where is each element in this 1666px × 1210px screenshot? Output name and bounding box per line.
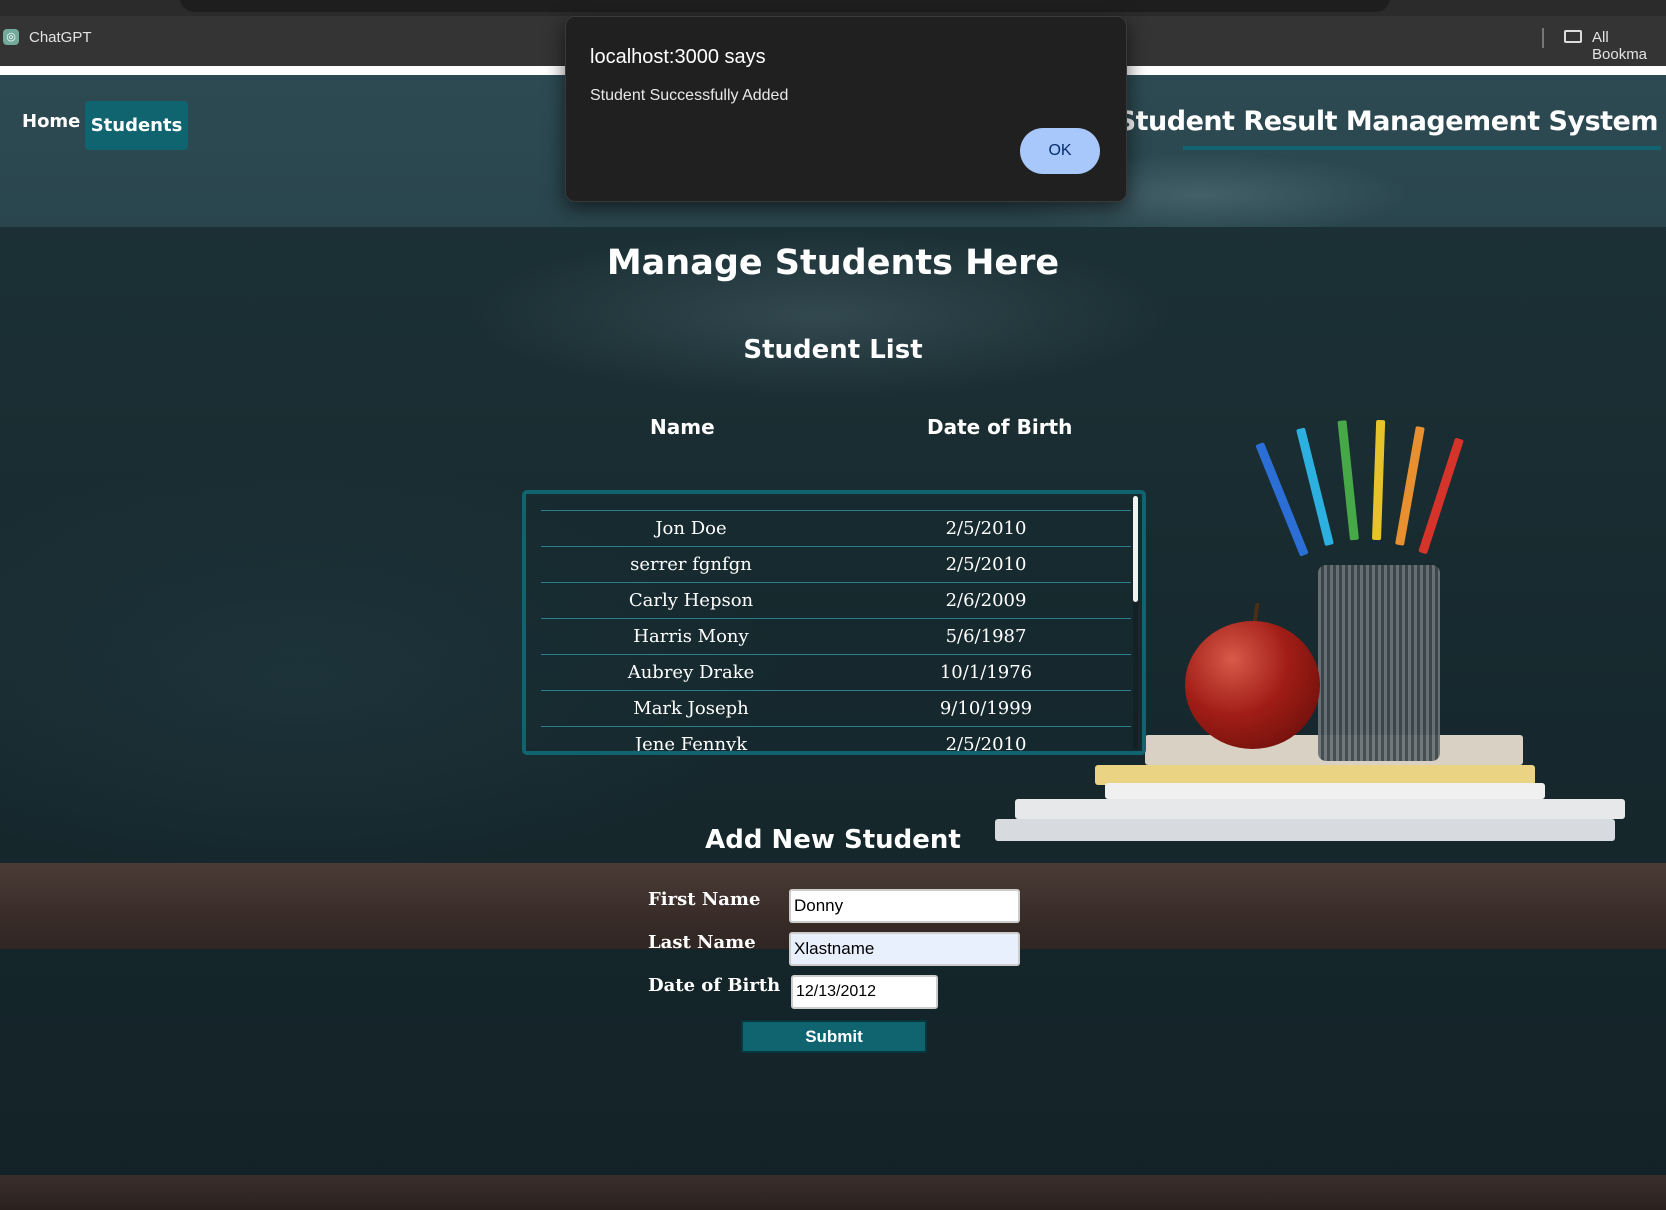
student-name: serrer fgnfgn [630, 554, 752, 575]
table-row: Harris Mony 5/6/1987 [541, 619, 1131, 655]
student-dob: 2/5/2010 [945, 518, 1027, 539]
student-dob: 2/5/2010 [945, 734, 1027, 755]
first-name-label: First Name [648, 889, 761, 910]
table-row: Carly Hepson 2/6/2009 [541, 583, 1131, 619]
browser-top-bar [0, 0, 1666, 16]
alert-dialog: localhost:3000 says Student Successfully… [565, 16, 1127, 202]
last-name-input[interactable] [789, 932, 1020, 966]
submit-button[interactable]: Submit [741, 1020, 927, 1053]
column-header-dob: Date of Birth [927, 415, 1073, 439]
bookmarks-divider [1542, 28, 1544, 48]
table-scrollbar-thumb[interactable] [1133, 496, 1138, 602]
pencil [1372, 419, 1386, 541]
chatgpt-icon: ◎ [3, 29, 19, 45]
pencil [1418, 437, 1464, 555]
nav-home-link[interactable]: Home [11, 101, 91, 142]
column-header-name: Name [650, 415, 715, 439]
table-row: Mark Joseph 9/10/1999 [541, 691, 1131, 727]
apple [1185, 621, 1320, 749]
pencil [1296, 427, 1334, 547]
bookmark-chatgpt[interactable]: ChatGPT [29, 29, 92, 46]
student-dob: 5/6/1987 [945, 626, 1027, 647]
student-table-body: Jon Doe 2/5/2010 serrer fgnfgn 2/5/2010 … [541, 510, 1131, 755]
bookmark-all-bookmarks[interactable]: All Bookma [1592, 29, 1666, 63]
add-student-heading: Add New Student [705, 825, 961, 855]
page: Home Students Student Result Management … [0, 75, 1666, 1210]
pencil [1395, 426, 1425, 546]
student-list-heading: Student List [743, 335, 923, 365]
table-row: Jon Doe 2/5/2010 [541, 510, 1131, 547]
student-table[interactable]: Jon Doe 2/5/2010 serrer fgnfgn 2/5/2010 … [522, 490, 1146, 755]
dialog-message: Student Successfully Added [590, 87, 789, 104]
site-title: Student Result Management System [1116, 106, 1659, 137]
dob-label: Date of Birth [648, 975, 781, 996]
dialog-ok-button[interactable]: OK [1020, 128, 1100, 174]
student-name: Carly Hepson [628, 590, 754, 611]
pencil [1337, 420, 1359, 541]
nav-students-link[interactable]: Students [85, 101, 188, 150]
last-name-label: Last Name [648, 932, 756, 953]
folder-icon [1564, 30, 1582, 43]
student-dob: 2/5/2010 [945, 554, 1027, 575]
student-dob: 9/10/1999 [939, 698, 1033, 719]
student-name: Harris Mony [633, 626, 749, 647]
desk-bottom [0, 1175, 1666, 1210]
address-bar[interactable] [180, 0, 1390, 12]
student-dob: 10/1/1976 [939, 662, 1033, 683]
table-row: serrer fgnfgn 2/5/2010 [541, 547, 1131, 583]
dialog-title: localhost:3000 says [590, 46, 766, 68]
dob-input[interactable] [791, 975, 938, 1009]
student-name: Jene Fennyk [634, 734, 748, 755]
first-name-input[interactable] [789, 889, 1020, 923]
student-dob: 2/6/2009 [945, 590, 1027, 611]
student-name: Mark Joseph [633, 698, 749, 719]
pencil [1255, 442, 1309, 557]
page-title: Manage Students Here [606, 243, 1060, 283]
pencil-cup [1318, 565, 1440, 761]
student-name: Aubrey Drake [627, 662, 755, 683]
site-title-underline [1183, 146, 1661, 150]
student-name: Jon Doe [655, 518, 727, 539]
table-row: Jene Fennyk 2/5/2010 [541, 727, 1131, 755]
table-row: Aubrey Drake 10/1/1976 [541, 655, 1131, 691]
